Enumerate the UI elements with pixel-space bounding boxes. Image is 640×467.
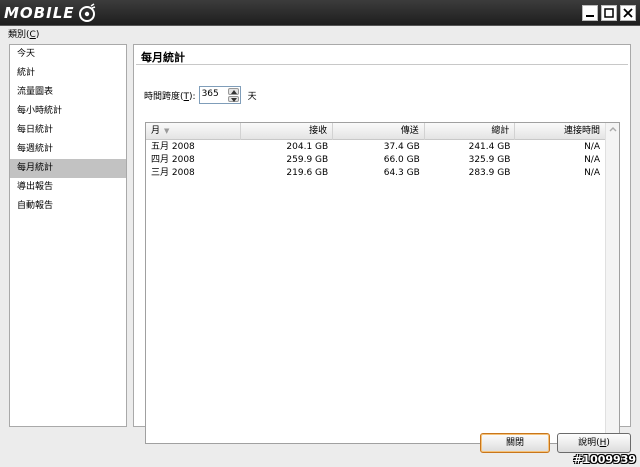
cell-received: 259.9 GB <box>286 155 329 165</box>
table-body: 五月 2008 204.1 GB 37.4 GB 241.4 GB N/A 四月… <box>146 141 605 180</box>
sidebar-item-label: 每月統計 <box>17 163 54 173</box>
app-title: MOBILE <box>4 4 75 22</box>
time-span-row: 時間跨度(T): 365 天 <box>144 86 257 104</box>
chevron-up-icon <box>230 90 237 94</box>
app-logo: MOBILE <box>4 3 97 23</box>
dialog-window: 類別(C) 今天 統計 流量圖表 每小時統計 每日統計 每週統計 每月統計 導出… <box>0 26 640 467</box>
sidebar-item-hourly[interactable]: 每小時統計 <box>10 102 126 121</box>
sidebar-item-export-report[interactable]: 導出報告 <box>10 178 126 197</box>
maximize-button[interactable] <box>601 5 617 21</box>
cell-month: 四月 2008 <box>151 155 195 165</box>
cell-connect-time: N/A <box>584 155 600 165</box>
cell-month: 三月 2008 <box>151 168 195 178</box>
spin-down-button[interactable] <box>227 95 239 102</box>
help-button-label: 說明 <box>578 438 597 448</box>
sidebar-item-label: 每日統計 <box>17 125 54 135</box>
cell-received: 219.6 GB <box>286 168 329 178</box>
close-button-label: 關閉 <box>505 438 524 448</box>
minimize-button[interactable] <box>582 5 598 21</box>
table-row[interactable]: 五月 2008 204.1 GB 37.4 GB 241.4 GB N/A <box>146 141 605 154</box>
close-icon <box>623 8 633 18</box>
sidebar-item-label: 今天 <box>17 49 36 59</box>
minimize-icon <box>586 15 594 17</box>
close-button[interactable]: 關閉 <box>480 433 550 453</box>
sidebar-item-label: 每小時統計 <box>17 106 63 116</box>
watermark: #1009939 <box>573 453 636 466</box>
column-header-received[interactable]: 接收 <box>241 123 334 140</box>
table-header: 月 ▼ 接收 傳送 總計 連接時間 <box>146 123 605 140</box>
sidebar-item-label: 每週統計 <box>17 144 54 154</box>
sidebar-item-label: 自動報告 <box>17 201 54 211</box>
title-divider <box>136 64 628 65</box>
sort-down-icon: ▼ <box>164 127 170 135</box>
cell-connect-time: N/A <box>584 168 600 178</box>
cell-sent: 66.0 GB <box>383 155 420 165</box>
main-panel: 每月統計 時間跨度(T): 365 天 月 ▼ 接收 傳送 總計 連接時間 五月… <box>133 44 631 444</box>
category-menu-label: 類別 <box>8 30 27 40</box>
sidebar-item-traffic-chart[interactable]: 流量圖表 <box>10 83 126 102</box>
column-header-total[interactable]: 總計 <box>425 123 516 140</box>
cell-sent: 64.3 GB <box>383 168 420 178</box>
sidebar-item-weekly[interactable]: 每週統計 <box>10 140 126 159</box>
category-sidebar: 今天 統計 流量圖表 每小時統計 每日統計 每週統計 每月統計 導出報告 自動報… <box>9 44 127 427</box>
time-span-label: 時間跨度(T): <box>144 91 196 102</box>
column-header-sent[interactable]: 傳送 <box>333 123 425 140</box>
cell-connect-time: N/A <box>584 142 600 152</box>
cell-month: 五月 2008 <box>151 142 195 152</box>
sidebar-item-label: 導出報告 <box>17 182 54 192</box>
time-span-stepper[interactable]: 365 <box>198 86 241 104</box>
cell-sent: 37.4 GB <box>383 142 420 152</box>
sidebar-item-label: 統計 <box>17 68 36 78</box>
category-menu[interactable]: 類別(C) <box>8 28 39 42</box>
sidebar-item-statistics[interactable]: 統計 <box>10 64 126 83</box>
spin-up-button[interactable] <box>227 88 239 95</box>
sidebar-item-label: 流量圖表 <box>17 87 54 97</box>
column-header-connect-time[interactable]: 連接時間 <box>515 123 605 140</box>
table-scrollbar[interactable] <box>605 123 619 443</box>
table-row[interactable]: 三月 2008 219.6 GB 64.3 GB 283.9 GB N/A <box>146 167 605 180</box>
chevron-down-icon <box>230 97 237 102</box>
page-title: 每月統計 <box>141 51 185 64</box>
sidebar-item-today[interactable]: 今天 <box>10 45 126 64</box>
cell-received: 204.1 GB <box>286 142 329 152</box>
sidebar-item-auto-report[interactable]: 自動報告 <box>10 197 126 216</box>
close-window-button[interactable] <box>620 5 636 21</box>
help-button[interactable]: 說明(H) <box>557 433 631 453</box>
table-row[interactable]: 四月 2008 259.9 GB 66.0 GB 325.9 GB N/A <box>146 154 605 167</box>
scroll-up-icon[interactable] <box>608 125 618 135</box>
help-button-key: H <box>599 438 607 448</box>
sidebar-item-daily[interactable]: 每日統計 <box>10 121 126 140</box>
cell-total: 325.9 GB <box>468 155 511 165</box>
cell-total: 283.9 GB <box>468 168 511 178</box>
category-menu-key: C <box>29 30 36 40</box>
monthly-stats-table: 月 ▼ 接收 傳送 總計 連接時間 五月 2008 204.1 GB 37.4 G… <box>145 122 620 444</box>
time-span-value[interactable]: 365 <box>202 89 219 99</box>
sidebar-item-monthly[interactable]: 每月統計 <box>10 159 126 178</box>
maximize-icon <box>604 8 614 18</box>
column-header-month[interactable]: 月 ▼ <box>146 123 241 140</box>
time-span-unit: 天 <box>247 91 257 102</box>
logo-mark-icon <box>78 3 95 22</box>
title-bar: MOBILE <box>0 0 640 26</box>
cell-total: 241.4 GB <box>468 142 511 152</box>
